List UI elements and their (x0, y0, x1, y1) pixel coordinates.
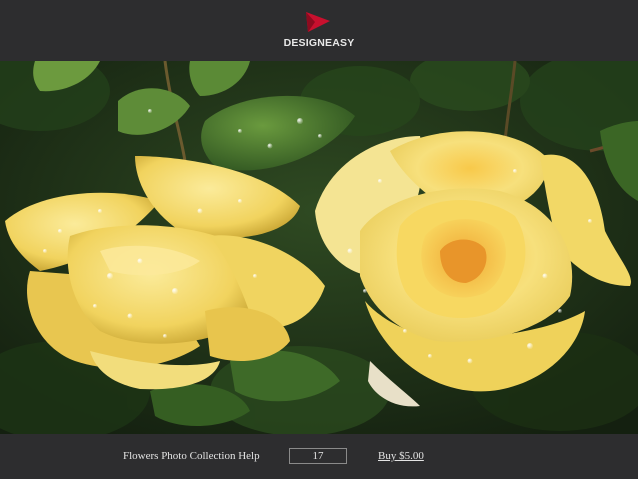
play-triangle-logo-icon (306, 12, 330, 32)
brand-name: DESIGNEASY (283, 37, 355, 49)
slide-viewer: DESIGNEASY Flowers Photo Collection Help… (0, 0, 638, 479)
buy-link[interactable]: Buy $5.00 (378, 450, 424, 462)
page-number-input[interactable] (289, 448, 347, 464)
footer-bar: Flowers Photo Collection Help Buy $5.00 (0, 434, 638, 479)
rose-photo-image (0, 61, 638, 434)
header-bar: DESIGNEASY (0, 0, 638, 61)
collection-title: Flowers Photo Collection Help (123, 450, 260, 462)
rose-photo (0, 61, 638, 434)
